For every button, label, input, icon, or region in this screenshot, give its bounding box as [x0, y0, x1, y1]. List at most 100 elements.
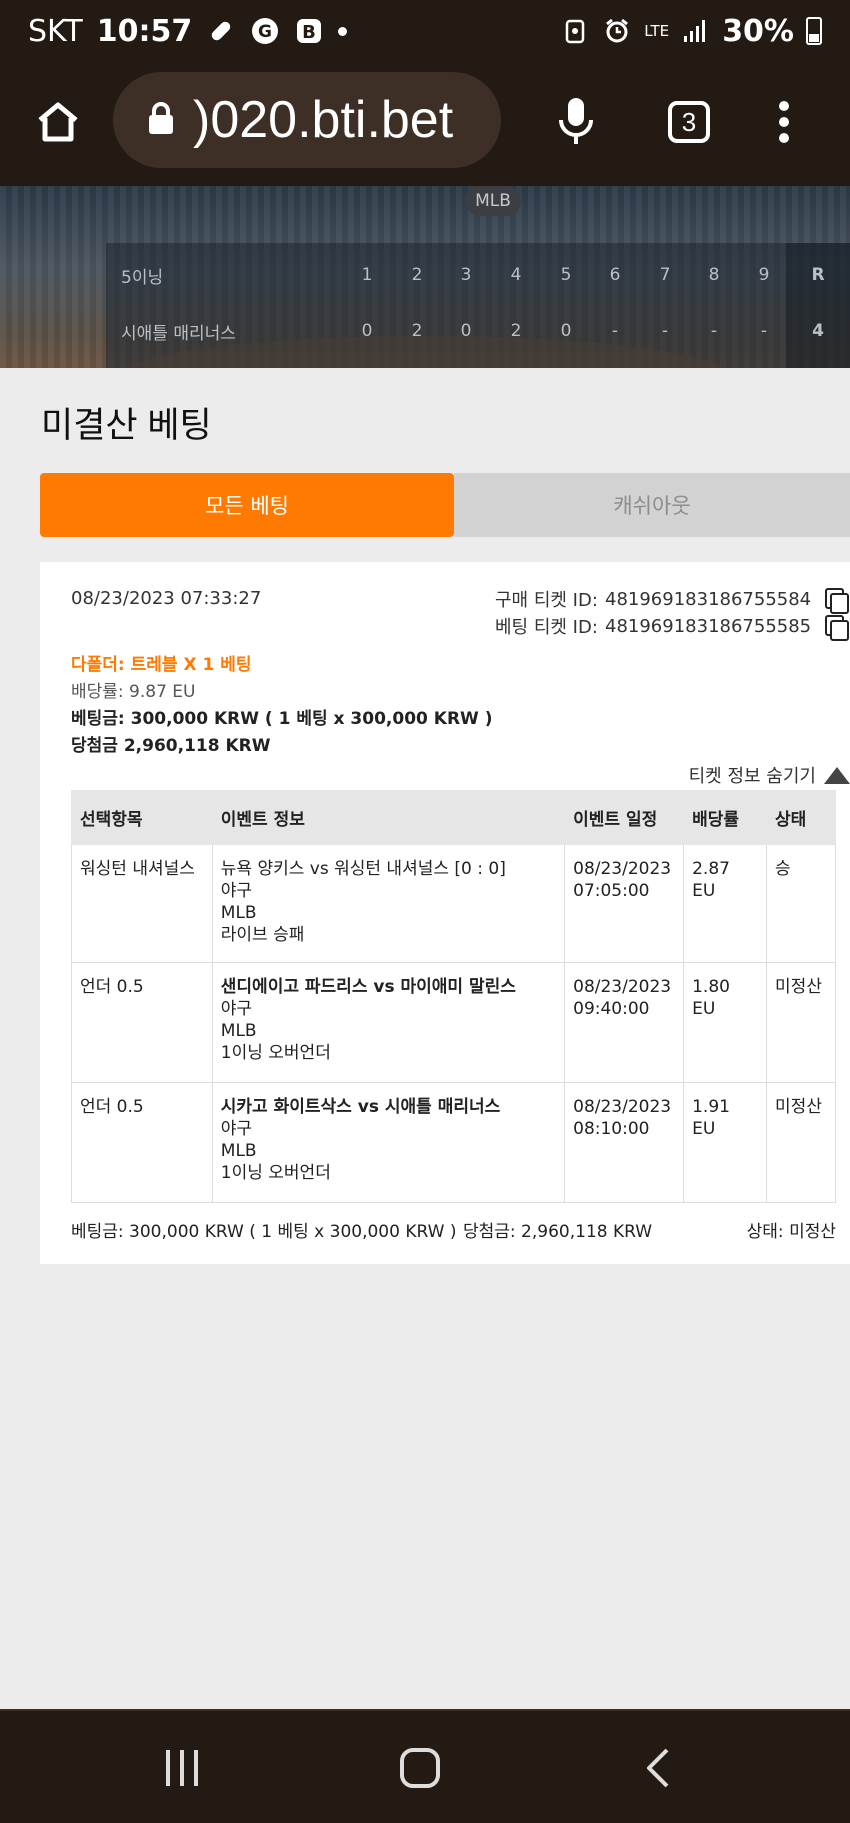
inning-score: 0 [560, 321, 572, 341]
column-header: 상태 [766, 790, 836, 845]
event-date: 08/23/2023 [573, 1097, 672, 1117]
schedule-cell: 08/23/2023 07:05:00 [564, 844, 685, 963]
table-row: 언더 0.5 시카고 화이트삭스 vs 시애틀 매리너스 야구 MLB 1이닝 … [71, 1082, 836, 1203]
g-app-icon: G [250, 16, 280, 46]
event-cell: 시카고 화이트삭스 vs 시애틀 매리너스 야구 MLB 1이닝 오버언더 [211, 1082, 566, 1203]
scoreboard-header-row: 5이닝 1 2 3 4 5 6 7 8 9 R [106, 255, 850, 295]
odds-cell: 1.80 EU [683, 962, 768, 1083]
home-nav-icon[interactable] [370, 1711, 470, 1823]
inning-header: 1 [361, 265, 373, 285]
column-header: 이벤트 일정 [564, 790, 685, 845]
system-navigation-bar [0, 1709, 850, 1823]
event-date: 08/23/2023 [573, 859, 672, 879]
hide-ticket-info-toggle[interactable]: 티켓 정보 숨기기 [689, 762, 850, 788]
selections-table: 선택항목 이벤트 정보 이벤트 일정 배당률 상태 워싱턴 내셔널스 뉴욕 양키… [71, 790, 836, 1203]
caret-up-icon [824, 766, 850, 784]
event-name: 시카고 화이트삭스 vs 시애틀 매리너스 [220, 1097, 501, 1117]
event-market: 1이닝 오버언더 [220, 1043, 331, 1063]
tab-count: 3 [668, 101, 710, 143]
url-text: )020.bti.bet [193, 91, 454, 149]
footer-payout: 당첨금: 2,960,118 KRW [463, 1222, 653, 1242]
notification-dot-icon [338, 26, 348, 36]
pill-icon [206, 16, 236, 46]
inning-score: 0 [460, 321, 472, 341]
signal-icon [680, 16, 710, 46]
column-header: 선택항목 [71, 790, 213, 845]
table-row: 워싱턴 내셔널스 뉴욕 양키스 vs 워싱턴 내셔널스 [0 : 0] 야구 M… [71, 844, 836, 963]
alarm-icon [602, 16, 632, 46]
clock: 10:57 [96, 13, 193, 49]
data-saver-icon [560, 16, 590, 46]
inning-header: 6 [609, 265, 621, 285]
bet-ticket-card: 08/23/2023 07:33:27 구매 티켓 ID: 4819691831… [40, 562, 850, 1264]
address-bar[interactable]: )020.bti.bet [113, 72, 501, 168]
selection-cell: 언더 0.5 [71, 962, 213, 1083]
event-sport: 야구 [220, 999, 253, 1019]
inning-score: - [710, 321, 718, 341]
bet-ticket-id-row: 베팅 티켓 ID: 481969183186755585 [495, 611, 850, 641]
more-menu-icon[interactable] [754, 92, 814, 152]
hide-ticket-info-label: 티켓 정보 숨기기 [688, 766, 816, 787]
tab-all-bets[interactable]: 모든 베팅 [40, 473, 454, 537]
total-runs: 4 [812, 321, 824, 341]
schedule-cell: 08/23/2023 08:10:00 [564, 1082, 685, 1203]
team-name: 시애틀 매리너스 [121, 323, 236, 344]
svg-text:B: B [302, 22, 316, 43]
event-time: 09:40:00 [573, 999, 650, 1019]
recent-apps-icon[interactable] [132, 1711, 232, 1823]
odds-cell: 1.91 EU [683, 1082, 768, 1203]
inning-header: 2 [411, 265, 423, 285]
microphone-icon[interactable] [546, 92, 606, 152]
inning-score: 0 [361, 321, 373, 341]
event-league: MLB [220, 1021, 257, 1041]
event-name: 뉴욕 양키스 vs 워싱턴 내셔널스 [0 : 0] [220, 859, 506, 879]
scoreboard-team-row: 시애틀 매리너스 0 2 0 2 0 - - - - 4 [106, 311, 850, 351]
inning-header: 3 [460, 265, 472, 285]
status-cell: 미정산 [766, 962, 836, 1083]
back-icon[interactable] [608, 1711, 708, 1823]
table-row: 언더 0.5 샌디에이고 파드리스 vs 마이애미 말린스 야구 MLB 1이닝… [71, 962, 836, 1083]
purchase-ticket-id-row: 구매 티켓 ID: 481969183186755584 [495, 584, 850, 614]
footer-status: 상태: 미정산 [746, 1222, 836, 1242]
lock-icon [147, 101, 175, 139]
tab-cashout[interactable]: 캐쉬아웃 [454, 473, 850, 537]
b-app-icon: B [294, 16, 324, 46]
bet-ticket-id: 481969183186755585 [605, 615, 812, 637]
inning-score: - [661, 321, 669, 341]
network-type-label: LTE [644, 22, 670, 40]
odds-cell: 2.87 EU [683, 844, 768, 963]
event-league: MLB [220, 1141, 257, 1161]
footer-stake: 베팅금: 300,000 KRW ( 1 베팅 x 300,000 KRW ) [71, 1222, 457, 1242]
battery-percent: 30% [722, 13, 794, 49]
home-icon[interactable] [28, 92, 88, 152]
status-bar: SKT 10:57 G B LTE 30% [0, 0, 850, 62]
schedule-cell: 08/23/2023 09:40:00 [564, 962, 685, 1083]
browser-toolbar: )020.bti.bet 3 [0, 62, 850, 186]
inning-score: - [760, 321, 768, 341]
total-odds: 배당률: 9.87 EU [71, 682, 196, 702]
inning-header: 7 [659, 265, 671, 285]
event-league: MLB [220, 903, 257, 923]
event-date: 08/23/2023 [573, 977, 672, 997]
event-sport: 야구 [220, 1119, 253, 1139]
inning-header: 5 [560, 265, 572, 285]
status-cell: 승 [766, 844, 836, 963]
column-header: 배당률 [683, 790, 768, 845]
carrier-label: SKT [28, 13, 83, 49]
inning-score: 2 [510, 321, 522, 341]
inning-header: 8 [708, 265, 720, 285]
ticket-datetime: 08/23/2023 07:33:27 [71, 588, 262, 609]
copy-icon[interactable] [820, 611, 850, 641]
event-sport: 야구 [220, 881, 253, 901]
copy-icon[interactable] [820, 584, 850, 614]
scoreboard: 5이닝 1 2 3 4 5 6 7 8 9 R 시애틀 매리너스 0 2 0 2… [106, 243, 850, 368]
selection-cell: 언더 0.5 [71, 1082, 213, 1203]
tab-switcher-button[interactable]: 3 [659, 92, 719, 152]
event-name: 샌디에이고 파드리스 vs 마이애미 말린스 [220, 977, 516, 997]
stake-summary: 베팅금: 300,000 KRW ( 1 베팅 x 300,000 KRW ) [71, 709, 493, 729]
purchase-ticket-id: 481969183186755584 [605, 588, 812, 610]
bet-type: 다폴더: 트레블 X 1 베팅 [71, 655, 252, 675]
inning-score: 2 [411, 321, 423, 341]
battery-icon [806, 17, 822, 45]
svg-text:G: G [258, 22, 272, 42]
